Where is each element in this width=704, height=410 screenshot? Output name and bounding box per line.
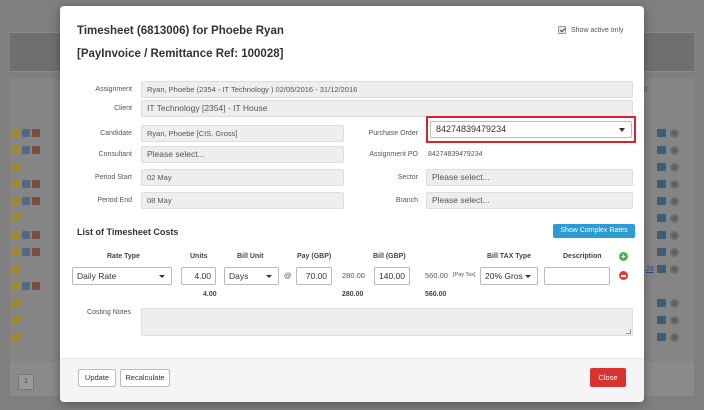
rate-type-value: Daily Rate	[77, 271, 117, 281]
bill-total: 560.00	[425, 271, 448, 280]
modal-title: Timesheet (6813006) for Phoebe Ryan	[77, 25, 284, 37]
sector-select[interactable]: Please select...	[426, 169, 633, 186]
rate-type-select[interactable]: Daily Rate	[72, 267, 172, 285]
purchase-order-highlight: 84274839479234	[426, 116, 636, 143]
units-total: 4.00	[203, 291, 217, 298]
at-symbol: @	[284, 271, 292, 280]
background-row-actions	[10, 195, 52, 207]
bill-unit-value: Days	[229, 271, 249, 281]
period-end-label: Period End	[97, 197, 132, 204]
background-row-tools	[657, 246, 687, 258]
pay-total: 280.00	[342, 271, 365, 280]
bill-rate-input[interactable]: 140.00	[374, 267, 410, 285]
header-bill: Bill (GBP)	[373, 253, 406, 260]
timesheet-costs-title: List of Timesheet Costs	[77, 227, 179, 237]
background-pager: 1	[18, 374, 34, 390]
period-start-label: Period Start	[95, 174, 132, 181]
assignment-label: Assignment	[95, 86, 132, 93]
close-button[interactable]: Close	[590, 368, 626, 387]
chevron-down-icon	[525, 275, 531, 278]
pay-tax-tag: [Pay Tax]	[453, 272, 476, 278]
header-pay: Pay (GBP)	[297, 253, 332, 260]
sector-label: Sector	[397, 174, 418, 181]
costing-notes-label: Costing Notes	[87, 309, 131, 316]
background-row-link: 28	[646, 266, 654, 273]
bill-unit-select[interactable]: Days	[224, 267, 279, 285]
show-active-toggle[interactable]: Show active only	[558, 26, 624, 34]
consultant-select[interactable]: Please select...	[141, 146, 344, 163]
background-row-tools	[657, 195, 687, 207]
header-description: Description	[563, 253, 602, 260]
purchase-order-value: 84274839479234	[436, 124, 507, 134]
assignment-field: Ryan, Phoebe (2354 - IT Technology ) 02/…	[141, 81, 633, 98]
background-row-actions	[10, 178, 52, 190]
background-row-tools	[657, 144, 687, 156]
background-column-hint: s	[644, 86, 648, 93]
background-row-actions	[10, 127, 52, 139]
remove-cost-icon[interactable]	[619, 271, 628, 280]
branch-select[interactable]: Please select...	[426, 192, 633, 209]
bill-grand-total: 560.00	[425, 291, 447, 298]
background-row-actions	[10, 331, 52, 343]
header-bill-tax-type: Bill TAX Type	[487, 253, 532, 260]
period-start-field[interactable]: 02 May	[141, 169, 344, 186]
description-input[interactable]	[544, 267, 610, 285]
background-row-actions	[10, 212, 52, 224]
background-row-tools	[657, 314, 687, 326]
background-row-tools	[657, 127, 687, 139]
update-button[interactable]: Update	[78, 369, 116, 387]
chevron-down-icon	[159, 275, 165, 278]
client-field: IT Technology [2354] - IT House	[141, 100, 633, 117]
add-cost-icon[interactable]: +	[619, 252, 628, 261]
timesheet-modal: Timesheet (6813006) for Phoebe Ryan [Pay…	[60, 6, 644, 402]
header-bill-unit: Bill Unit	[237, 253, 264, 260]
purchase-order-select[interactable]: 84274839479234	[430, 121, 632, 138]
resize-handle-icon[interactable]	[626, 329, 631, 334]
assignment-po-label: Assignment PO	[369, 151, 418, 158]
tax-type-value: 20% Gros	[485, 271, 523, 281]
background-row-actions	[10, 280, 52, 292]
header-units: Units	[190, 253, 208, 260]
show-active-label: Show active only	[571, 26, 624, 34]
background-row-tools	[657, 297, 687, 309]
costing-notes-textarea[interactable]	[141, 308, 633, 336]
branch-label: Branch	[395, 197, 418, 204]
show-active-checkbox[interactable]	[558, 26, 566, 34]
candidate-label: Candidate	[100, 130, 132, 137]
pay-grand-total: 280.00	[342, 291, 364, 298]
show-complex-rates-button[interactable]: Show Complex Rates	[553, 224, 635, 238]
consultant-label: Consultant	[98, 151, 132, 158]
units-input[interactable]: 4.00	[181, 267, 216, 285]
recalculate-button[interactable]: Recalculate	[120, 369, 170, 387]
pay-rate-input[interactable]: 70.00	[296, 267, 332, 285]
background-row-actions	[10, 263, 52, 275]
client-label: Client	[114, 105, 132, 112]
period-end-field[interactable]: 08 May	[141, 192, 344, 209]
background-row-actions	[10, 229, 52, 241]
purchase-order-label: Purchase Order	[368, 130, 418, 137]
background-row-tools	[657, 229, 687, 241]
chevron-down-icon	[619, 128, 625, 132]
background-row-actions	[10, 246, 52, 258]
background-row-actions	[10, 297, 52, 309]
header-rate-type: Rate Type	[107, 253, 140, 260]
background-row-actions	[10, 144, 52, 156]
chevron-down-icon	[266, 275, 272, 278]
background-row-tools	[657, 331, 687, 343]
background-row-actions	[10, 314, 52, 326]
background-row-tools	[657, 212, 687, 224]
background-row-actions	[10, 161, 52, 173]
background-row-tools	[657, 263, 687, 275]
background-row-tools	[657, 161, 687, 173]
assignment-po-value: 84274839479234	[428, 151, 483, 158]
background-row-tools	[657, 178, 687, 190]
candidate-field: Ryan, Phoebe [CIS. Gross]	[141, 125, 344, 142]
modal-subtitle: [PayInvoice / Remittance Ref: 100028]	[77, 48, 284, 60]
tax-type-select[interactable]: 20% Gros	[480, 267, 538, 285]
